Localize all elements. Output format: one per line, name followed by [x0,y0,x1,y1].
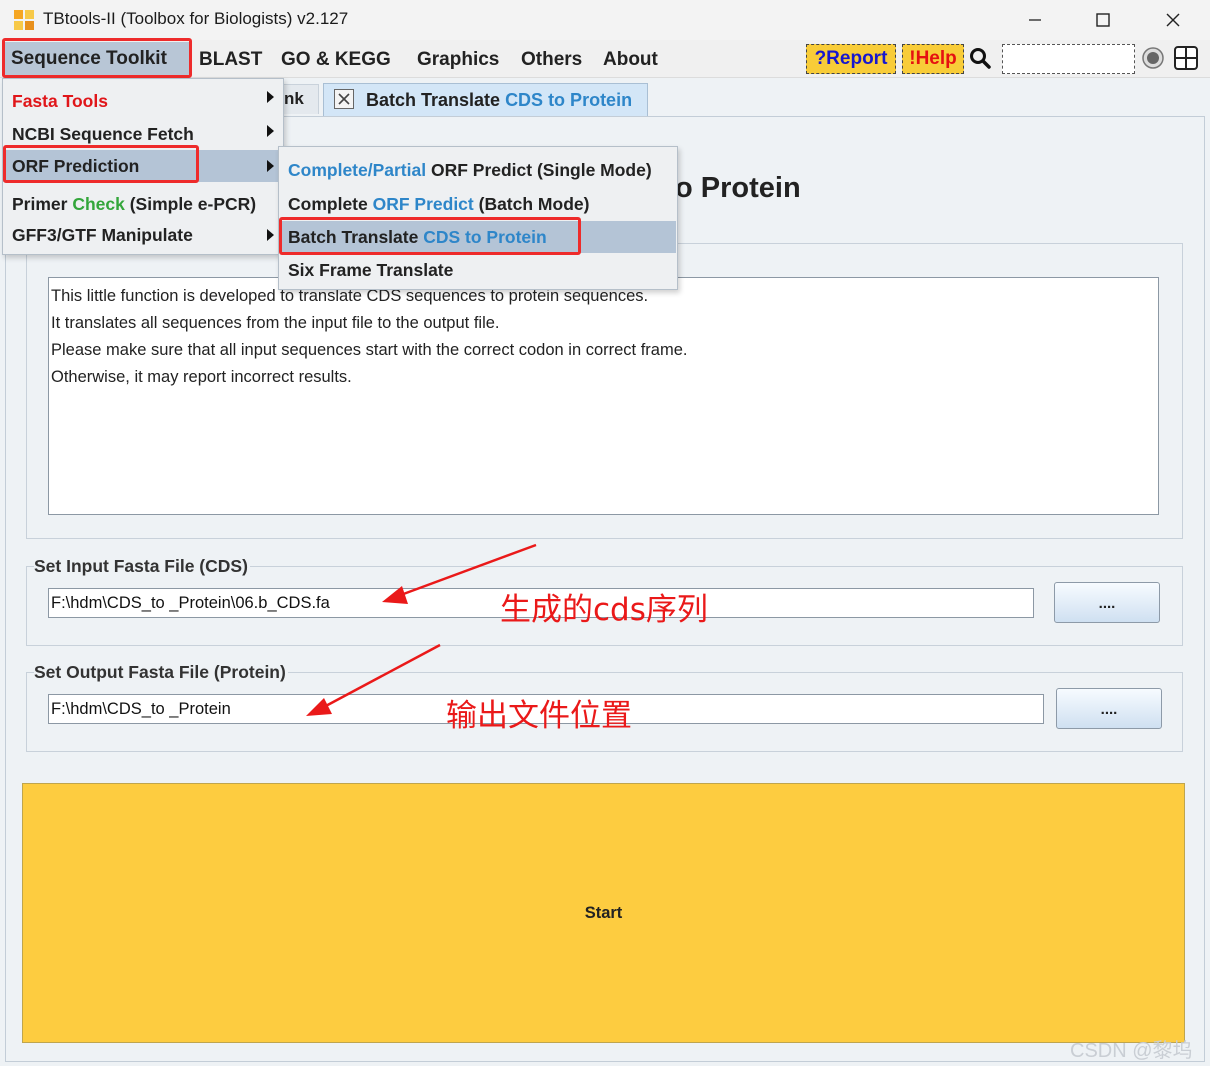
annotation-cds-text: 生成的cds序列 [500,592,708,628]
submenu-six-frame[interactable]: Six Frame Translate [281,254,676,286]
dropdown-gff-manipulate[interactable]: GFF3/GTF Manipulate [3,219,281,251]
window-title: TBtools-II (Toolbox for Biologists) v2.1… [43,9,349,28]
dropdown-primer-check[interactable]: Primer Check (Simple e-PCR) [3,188,281,220]
dropdown-fasta-tools[interactable]: Fasta Tools [3,85,281,117]
menu-about[interactable]: About [603,47,658,73]
tab-label-prefix: Batch Translate [366,90,506,110]
annotation-output-text: 输出文件位置 [446,698,632,734]
search-icon[interactable] [968,46,994,72]
description-line: It translates all sequences from the inp… [51,314,500,332]
submenu-orf-batch[interactable]: Complete ORF Predict (Batch Mode) [281,188,676,220]
watermark-text: CSDN @黎坞 [1070,1040,1193,1062]
description-line: Otherwise, it may report incorrect resul… [51,368,352,386]
menu-blast[interactable]: BLAST [199,47,262,73]
tab-label-highlight: CDS to Protein [505,90,633,110]
highlight-box [279,217,581,255]
minimize-icon [1029,19,1041,21]
submenu-orf-single[interactable]: Complete/Partial ORF Predict (Single Mod… [281,154,676,186]
submenu-arrow-icon [267,125,274,137]
maximize-icon [1096,13,1110,27]
primer-label-c: (Simple e-PCR) [124,194,257,214]
batch-label-a: Complete [288,194,373,214]
start-button[interactable]: Start [22,783,1185,1043]
batch-label-b: ORF Predict [372,194,474,214]
tab-close-icon[interactable] [334,89,354,109]
help-button[interactable]: !Help [902,44,964,74]
close-button[interactable] [1151,5,1195,35]
minimize-button[interactable] [1013,5,1057,35]
batch-label-c: (Batch Mode) [473,194,590,214]
highlight-box [2,38,192,78]
search-input[interactable] [1002,44,1135,74]
maximize-button[interactable] [1081,5,1125,35]
radio-icon[interactable] [1141,46,1165,70]
app-icon [12,8,36,32]
menu-others[interactable]: Others [521,47,582,73]
report-button[interactable]: ?Report [806,44,896,74]
input-browse-button[interactable]: .... [1054,582,1160,623]
start-button-label: Start [584,903,623,922]
primer-label-a: Primer [12,194,73,214]
menu-go-kegg[interactable]: GO & KEGG [281,47,391,73]
tab-previous[interactable]: nk [279,84,319,114]
submenu-arrow-icon [267,229,274,241]
primer-label-b: Check [72,194,125,214]
single-label-b: ORF Predict (Single Mode) [426,160,652,180]
output-browse-button[interactable]: .... [1056,688,1162,729]
submenu-arrow-icon [267,91,274,103]
description-line: Please make sure that all input sequence… [51,341,688,359]
layout-grid-icon[interactable] [1173,45,1199,71]
page-title: o Protein [675,172,801,204]
description-textarea[interactable]: This little function is developed to tra… [48,277,1159,515]
input-file-label: Set Input Fasta File (CDS) [34,556,250,577]
tab-batch-translate-label: Batch Translate CDS to Protein [366,90,632,111]
output-file-label: Set Output Fasta File (Protein) [34,662,288,683]
close-icon [1166,13,1180,27]
highlight-box [3,145,199,183]
menu-graphics[interactable]: Graphics [417,47,499,73]
single-label-a: Complete/Partial [288,160,427,180]
submenu-arrow-icon [267,160,274,172]
